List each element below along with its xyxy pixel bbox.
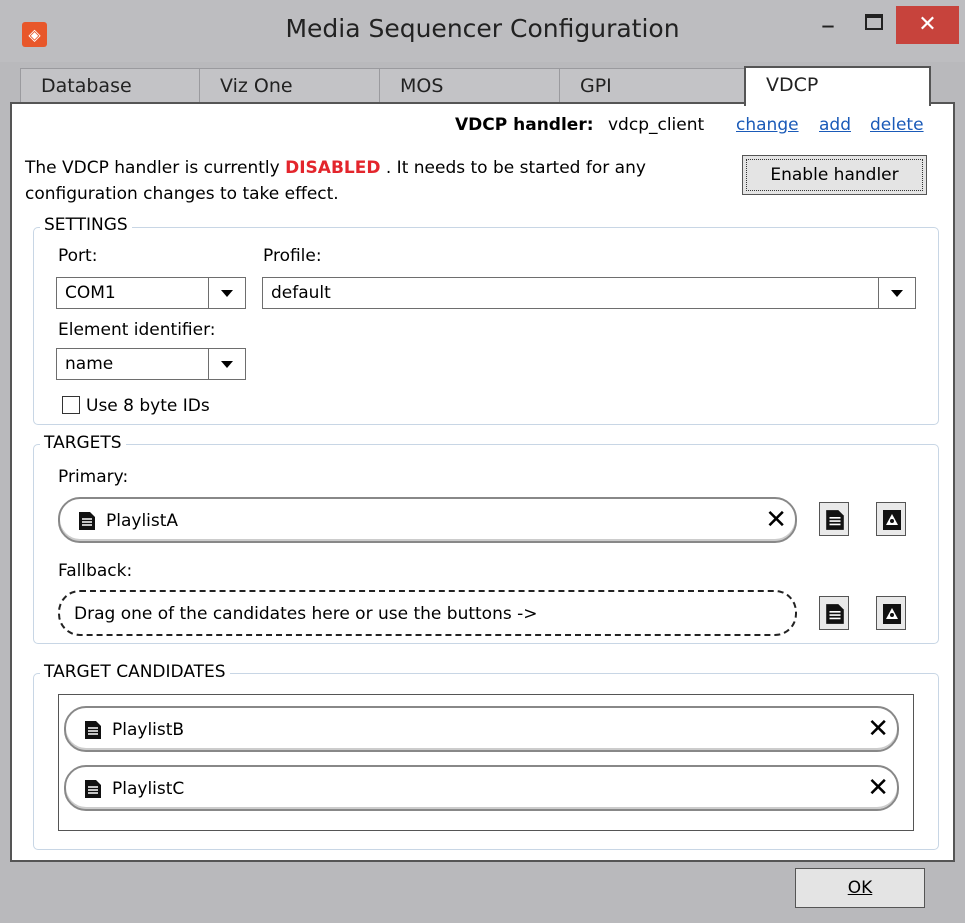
close-button[interactable]: ✕ bbox=[896, 6, 959, 44]
tab-viz-one[interactable]: Viz One bbox=[199, 68, 380, 102]
use-8-byte-ids-checkbox[interactable] bbox=[62, 396, 80, 414]
status-suffix: . It needs to be started for any bbox=[380, 158, 646, 178]
add-profile-button-primary[interactable] bbox=[876, 502, 906, 536]
candidates-legend: TARGET CANDIDATES bbox=[40, 662, 230, 682]
playlist-icon bbox=[826, 604, 844, 624]
add-profile-button-fallback[interactable] bbox=[876, 596, 906, 630]
fallback-drop-zone[interactable]: Drag one of the candidates here or use t… bbox=[58, 590, 797, 636]
playlist-icon bbox=[85, 721, 101, 739]
change-link[interactable]: change bbox=[736, 115, 799, 135]
handler-value: vdcp_client bbox=[608, 115, 705, 135]
channel-icon bbox=[883, 604, 901, 624]
tab-mos[interactable]: MOS bbox=[379, 68, 560, 102]
chevron-down-icon bbox=[208, 278, 245, 308]
status-message-line2: configuration changes to take effect. bbox=[25, 184, 339, 204]
targets-legend: TARGETS bbox=[40, 433, 126, 453]
remove-candidate-icon[interactable]: ✕ bbox=[867, 773, 889, 803]
primary-target-name: PlaylistA bbox=[106, 511, 179, 531]
status-message: The VDCP handler is currently DISABLED .… bbox=[25, 158, 646, 178]
candidate-item[interactable]: PlaylistC ✕ bbox=[64, 765, 899, 811]
add-playlist-button-primary[interactable] bbox=[819, 502, 849, 536]
profile-value: default bbox=[271, 283, 331, 303]
port-value: COM1 bbox=[65, 283, 116, 303]
ok-button[interactable]: OK bbox=[795, 868, 925, 908]
profile-label: Profile: bbox=[263, 246, 322, 266]
fallback-label: Fallback: bbox=[58, 561, 133, 581]
element-identifier-value: name bbox=[65, 354, 114, 374]
port-select[interactable]: COM1 bbox=[56, 277, 246, 309]
port-label: Port: bbox=[58, 246, 98, 266]
remove-candidate-icon[interactable]: ✕ bbox=[867, 714, 889, 744]
settings-legend: SETTINGS bbox=[40, 215, 132, 235]
channel-icon bbox=[883, 510, 901, 530]
chevron-down-icon bbox=[208, 349, 245, 379]
tab-database[interactable]: Database bbox=[20, 68, 200, 102]
element-identifier-select[interactable]: name bbox=[56, 348, 246, 380]
candidate-name: PlaylistC bbox=[112, 779, 185, 799]
tab-vdcp[interactable]: VDCP bbox=[744, 66, 931, 106]
minimize-button[interactable]: – bbox=[808, 8, 848, 48]
maximize-icon bbox=[865, 14, 883, 30]
playlist-icon bbox=[79, 512, 95, 530]
use-8-byte-ids-label: Use 8 byte IDs bbox=[86, 396, 210, 416]
primary-label: Primary: bbox=[58, 467, 129, 487]
delete-link[interactable]: delete bbox=[870, 115, 924, 135]
maximize-button[interactable] bbox=[855, 8, 895, 48]
remove-primary-icon[interactable]: ✕ bbox=[765, 505, 787, 535]
playlist-icon bbox=[85, 780, 101, 798]
ok-label: OK bbox=[847, 878, 873, 898]
candidate-item[interactable]: PlaylistB ✕ bbox=[64, 706, 899, 752]
candidate-name: PlaylistB bbox=[112, 720, 185, 740]
status-state-badge: DISABLED bbox=[285, 158, 381, 178]
add-link[interactable]: add bbox=[819, 115, 851, 135]
tab-gpi[interactable]: GPI bbox=[559, 68, 745, 102]
enable-handler-button[interactable]: Enable handler bbox=[742, 155, 927, 195]
fallback-placeholder: Drag one of the candidates here or use t… bbox=[74, 604, 538, 624]
chevron-down-icon bbox=[878, 278, 915, 308]
add-playlist-button-fallback[interactable] bbox=[819, 596, 849, 630]
primary-target[interactable]: PlaylistA ✕ bbox=[58, 497, 797, 543]
element-identifier-label: Element identifier: bbox=[58, 320, 216, 340]
profile-select[interactable]: default bbox=[262, 277, 916, 309]
playlist-icon bbox=[826, 510, 844, 530]
status-prefix: The VDCP handler is currently bbox=[25, 158, 286, 178]
handler-label: VDCP handler: bbox=[455, 115, 594, 135]
